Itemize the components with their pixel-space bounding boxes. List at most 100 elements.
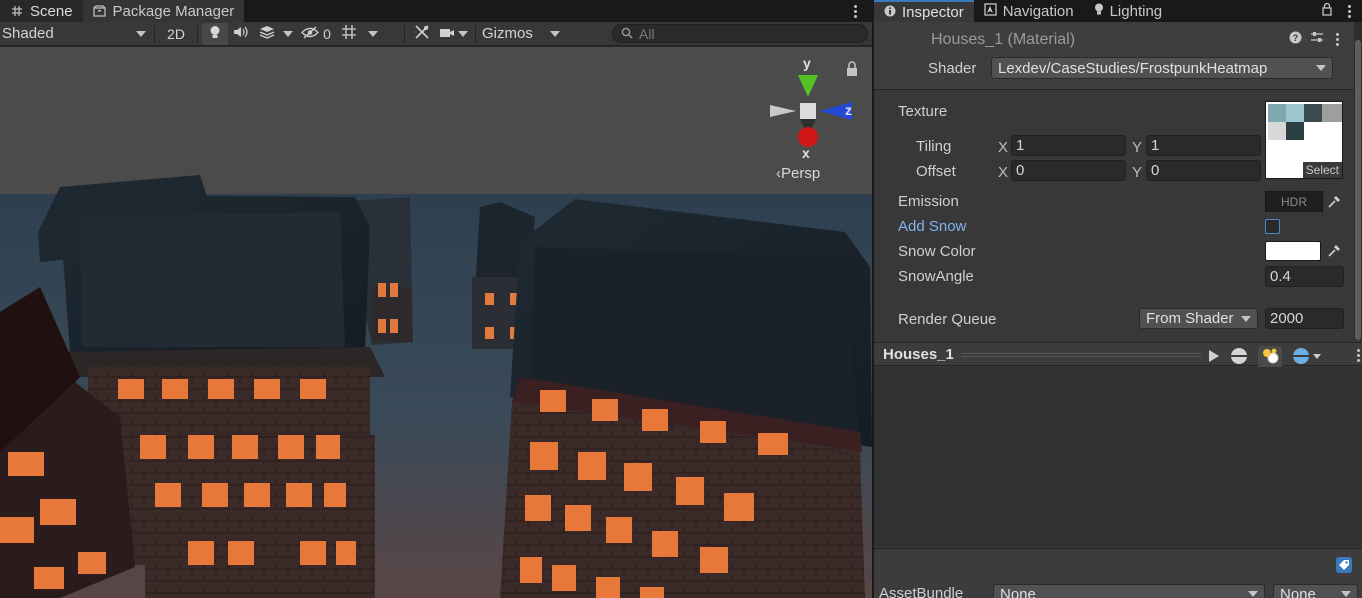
shading-mode-dropdown[interactable]: Shaded (0, 23, 150, 45)
eyedropper-icon[interactable] (1324, 241, 1344, 261)
render-queue-value: 2000 (1270, 310, 1304, 327)
material-header-icons: ? (1289, 30, 1342, 48)
layers-icon (259, 25, 275, 42)
info-icon (884, 4, 896, 21)
gizmos-label: Gizmos (482, 25, 533, 42)
tools-button[interactable] (409, 23, 435, 45)
projection-toggle[interactable]: ‹Persp (776, 165, 820, 182)
toggle-2d-label: 2D (167, 25, 185, 42)
gizmos-dropdown[interactable]: Gizmos (480, 23, 564, 45)
shading-mode-value: Shaded (2, 25, 54, 42)
sky (0, 47, 872, 195)
scene-search-input[interactable]: All (612, 24, 868, 43)
tab-package-manager-label: Package Manager (112, 2, 235, 20)
asset-bundle-variant-value: None (1280, 585, 1316, 598)
help-icon[interactable]: ? (1289, 31, 1302, 48)
hidden-objects-toggle[interactable]: 0 (296, 23, 336, 45)
tiling-y-label: Y (1132, 139, 1143, 156)
render-queue-dropdown[interactable]: From Shader (1139, 308, 1258, 329)
tiling-x-value: 1 (1016, 137, 1025, 154)
inspector-tabbar: Inspector Navigation Lighting (874, 0, 1362, 22)
chevron-down-icon (1241, 315, 1251, 322)
grid-dropdown[interactable] (362, 23, 384, 45)
effects-toggle-button[interactable] (254, 23, 280, 45)
lightbulb-icon (209, 25, 221, 43)
preview-header: Houses_1 (874, 342, 1362, 370)
preview-title: Houses_1 (883, 346, 954, 363)
toggle-2d-button[interactable]: 2D (159, 23, 193, 45)
emission-color-field[interactable]: HDR (1265, 191, 1323, 212)
scene-tabbar: Scene Package Manager (0, 0, 872, 22)
snow-color-label: Snow Color (898, 243, 976, 260)
preset-icon[interactable] (1310, 31, 1324, 48)
chevron-down-icon (1316, 65, 1326, 71)
shader-value: Lexdev/CaseStudies/FrostpunkHeatmap (998, 59, 1268, 77)
snow-angle-value: 0.4 (1270, 268, 1291, 285)
chevron-down-icon (1341, 591, 1351, 597)
add-snow-checkbox[interactable] (1265, 219, 1280, 234)
play-icon[interactable] (1208, 349, 1220, 367)
texture-slot[interactable]: Select (1265, 101, 1343, 179)
tiling-x-field[interactable]: 1 (1011, 135, 1126, 156)
emission-hdr-label: HDR (1281, 194, 1307, 209)
asset-bundle-name-value: None (1000, 585, 1036, 598)
effects-dropdown[interactable] (280, 23, 296, 45)
preview-sphere-icon[interactable] (1230, 347, 1248, 369)
label-tag-icon[interactable] (1336, 557, 1352, 577)
shader-dropdown[interactable]: Lexdev/CaseStudies/FrostpunkHeatmap (991, 57, 1333, 79)
audio-toggle-button[interactable] (228, 23, 254, 45)
snow-color-field[interactable] (1265, 241, 1321, 261)
texture-select-button[interactable]: Select (1302, 162, 1342, 178)
grid-icon (341, 24, 357, 43)
scene-search-placeholder: All (639, 25, 655, 42)
asset-bundle-label: AssetBundle (879, 585, 964, 598)
speaker-icon (233, 25, 249, 42)
lighting-toggle-button[interactable] (202, 22, 228, 45)
scrollbar-thumb[interactable] (1355, 40, 1361, 340)
inspector-menu-icon[interactable] (1344, 2, 1354, 20)
add-snow-label: Add Snow (898, 218, 967, 235)
tiling-y-value: 1 (1151, 137, 1160, 154)
material-header: Houses_1 (Material) ? Shader Lexdev/Case… (874, 22, 1354, 90)
scene-toolbar: Shaded 2D 0 Gizmos All (0, 22, 872, 46)
scene-viewport[interactable]: y z x ‹Persp (0, 47, 872, 598)
preview-background-icon[interactable] (1292, 347, 1322, 369)
scene-panel-menu-icon[interactable] (850, 2, 860, 20)
tiling-y-field[interactable]: 1 (1146, 135, 1261, 156)
material-preview[interactable] (874, 367, 1362, 547)
camera-settings-button[interactable] (435, 23, 471, 45)
axis-label-y: y (803, 55, 811, 71)
toolbar-divider (475, 24, 476, 43)
scene-panel: Scene Package Manager Shaded 2D 0 Gizmos… (0, 0, 872, 598)
preview-drag-handle[interactable] (961, 353, 1201, 357)
chevron-down-icon (550, 30, 560, 37)
package-icon (93, 4, 107, 18)
lock-icon[interactable] (1322, 2, 1332, 20)
render-queue-field[interactable]: 2000 (1265, 308, 1344, 329)
tab-scene[interactable]: Scene (0, 0, 83, 22)
asset-bundle-variant-dropdown[interactable]: None (1273, 584, 1358, 598)
eyedropper-icon[interactable] (1324, 192, 1344, 212)
tiling-label: Tiling (916, 138, 952, 155)
axis-label-x: x (802, 145, 810, 161)
hidden-objects-count: 0 (323, 25, 331, 42)
grid-toggle-button[interactable] (336, 23, 362, 45)
render-queue-mode: From Shader (1146, 310, 1234, 327)
offset-y-value: 0 (1151, 162, 1160, 179)
tab-package-manager[interactable]: Package Manager (82, 0, 245, 22)
offset-y-field[interactable]: 0 (1146, 160, 1261, 181)
scene-render (0, 47, 872, 598)
preview-menu-icon[interactable] (1353, 346, 1362, 364)
tab-inspector[interactable]: Inspector (874, 0, 974, 22)
tab-navigation[interactable]: Navigation (974, 0, 1084, 22)
asset-labels-bar: AssetBundle None None (874, 548, 1362, 598)
asset-bundle-name-dropdown[interactable]: None (993, 584, 1265, 598)
chevron-down-icon (1248, 591, 1258, 597)
component-menu-icon[interactable] (1332, 30, 1342, 48)
shader-label: Shader (928, 60, 977, 77)
tab-lighting[interactable]: Lighting (1084, 0, 1173, 22)
offset-x-field[interactable]: 0 (1011, 160, 1126, 181)
inspector-scrollbar[interactable] (1354, 22, 1362, 340)
snow-angle-field[interactable]: 0.4 (1265, 266, 1344, 287)
toolbar-divider (404, 24, 405, 43)
